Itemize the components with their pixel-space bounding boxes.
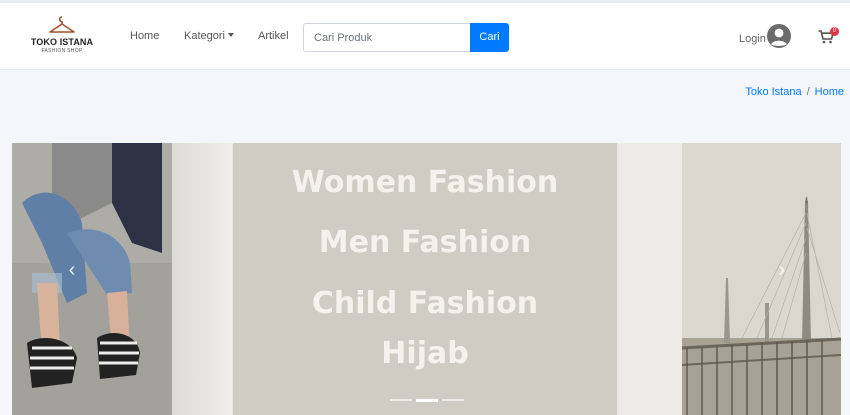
search-button[interactable]: Cari: [470, 23, 509, 52]
breadcrumb: Toko Istana / Home: [745, 86, 844, 98]
carousel-indicators: [390, 399, 470, 402]
login-label: Login: [739, 33, 766, 45]
chevron-right-icon: ›: [778, 259, 786, 281]
hero-text-child-fashion: Child Fashion: [311, 286, 539, 321]
carousel-image-bridge: [682, 143, 841, 415]
nav-artikel[interactable]: Artikel: [258, 30, 289, 42]
nav-home[interactable]: Home: [130, 30, 159, 42]
cart-button[interactable]: 0: [818, 27, 839, 46]
hanger-icon: [49, 16, 75, 33]
nav-kategori-label: Kategori: [184, 30, 225, 42]
hero-text-women-fashion: Women Fashion: [291, 165, 559, 200]
brand-name: TOKO ISTANA: [30, 37, 94, 47]
breadcrumb-toko-istana[interactable]: Toko Istana: [745, 86, 801, 98]
carousel-active-slide: Women Fashion Men Fashion Child Fashion …: [233, 143, 617, 415]
brand-tagline: FASHION SHOP: [41, 48, 83, 54]
carousel-indicator-2[interactable]: [416, 399, 438, 402]
carousel-prev-button[interactable]: ‹: [62, 255, 82, 285]
carousel-slide-edge: [172, 143, 232, 415]
user-circle-icon: [767, 24, 791, 48]
hero-text-hijab: Hijab: [381, 336, 469, 371]
breadcrumb-separator: /: [806, 86, 810, 98]
caret-down-icon: [227, 33, 234, 37]
navbar: TOKO ISTANA FASHION SHOP Home Kategori A…: [0, 3, 850, 70]
hero-carousel: Women Fashion Men Fashion Child Fashion …: [12, 143, 841, 415]
nav-kategori-dropdown[interactable]: Kategori: [184, 30, 234, 42]
carousel-next-button[interactable]: ›: [772, 255, 792, 285]
carousel-slide-edge-right: [619, 143, 682, 415]
search-input[interactable]: [303, 23, 471, 52]
chevron-left-icon: ‹: [68, 259, 76, 281]
carousel-image-fashion-model: [12, 143, 173, 415]
brand-logo[interactable]: TOKO ISTANA FASHION SHOP: [27, 15, 97, 59]
carousel-indicator-3[interactable]: [442, 399, 464, 401]
hero-text-men-fashion: Men Fashion: [318, 225, 532, 260]
carousel-indicator-1[interactable]: [390, 399, 412, 401]
cart-count-badge: 0: [830, 27, 839, 36]
breadcrumb-home[interactable]: Home: [815, 86, 844, 98]
